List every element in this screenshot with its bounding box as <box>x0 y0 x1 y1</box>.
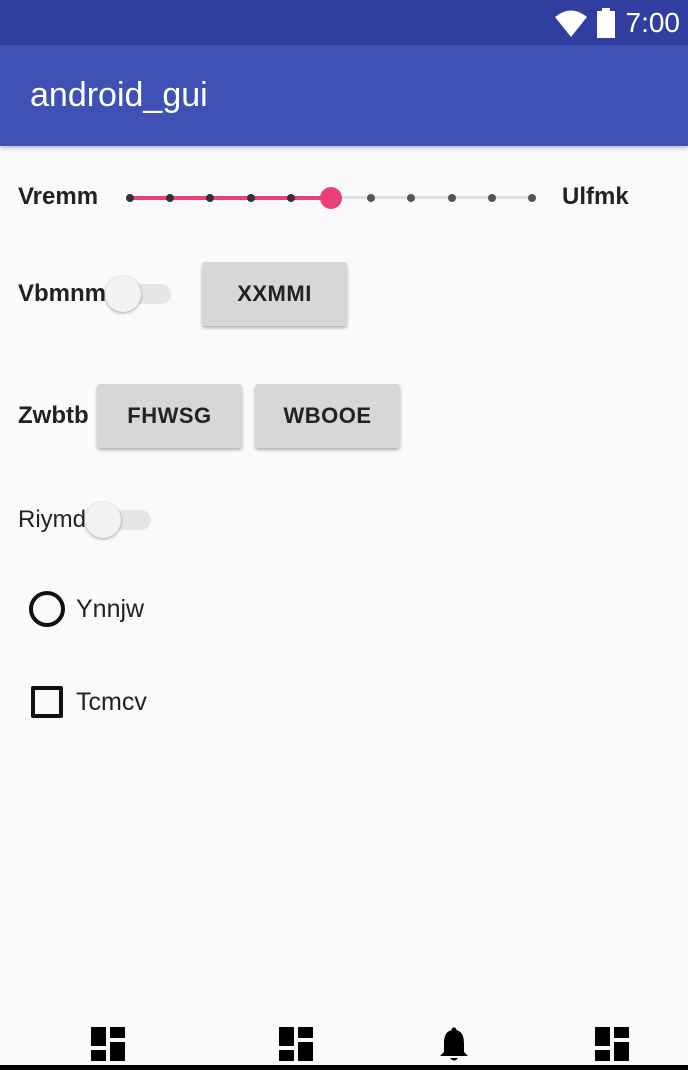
navigation-bar-edge <box>0 1065 688 1070</box>
seekbar-tick <box>487 194 496 202</box>
switch-thumb <box>105 276 141 312</box>
wbooe-button[interactable]: WBOOE <box>255 384 400 448</box>
switch-2-label: Riymd <box>18 506 87 533</box>
dashboard-icon[interactable] <box>91 1027 125 1061</box>
switch-2-toggle[interactable] <box>85 499 151 539</box>
status-bar: 7:00 <box>0 0 688 45</box>
tcmcv-checkbox[interactable] <box>31 686 63 718</box>
switch-1-label: Vbmnm <box>18 280 107 307</box>
dashboard-icon[interactable] <box>595 1027 629 1061</box>
seekbar-tick <box>447 194 456 202</box>
seekbar-tick <box>528 194 536 202</box>
button-row-label: Zwbtb <box>18 402 89 429</box>
seekbar-tick <box>166 194 175 202</box>
seekbar-end-label: Ulfmk <box>562 183 629 210</box>
wifi-icon <box>554 10 587 37</box>
notifications-icon[interactable] <box>437 1027 471 1061</box>
seekbar-tick <box>367 194 376 202</box>
seekbar-start-label: Vremm <box>18 183 99 210</box>
seekbar-tick <box>286 194 295 202</box>
status-time: 7:00 <box>625 7 681 38</box>
dashboard-icon[interactable] <box>279 1027 313 1061</box>
seekbar-tick <box>246 194 255 202</box>
seekbar-tick <box>126 194 134 202</box>
switch-1-toggle[interactable] <box>105 273 171 313</box>
app-bar: android_gui <box>0 45 688 146</box>
seekbar-tick <box>407 194 416 202</box>
app-title: android_gui <box>30 76 208 114</box>
seekbar-tick <box>206 194 215 202</box>
seekbar-progress <box>130 196 331 200</box>
seekbar-thumb[interactable] <box>320 187 342 209</box>
radio-label[interactable]: Ynnjw <box>76 594 144 624</box>
checkbox-label[interactable]: Tcmcv <box>76 687 147 717</box>
ynnjw-radio[interactable] <box>29 591 65 627</box>
switch-thumb <box>85 502 121 538</box>
xxmmi-button[interactable]: XXMMI <box>202 262 347 326</box>
fhwsg-button[interactable]: FHWSG <box>97 384 242 448</box>
battery-icon <box>596 7 615 38</box>
